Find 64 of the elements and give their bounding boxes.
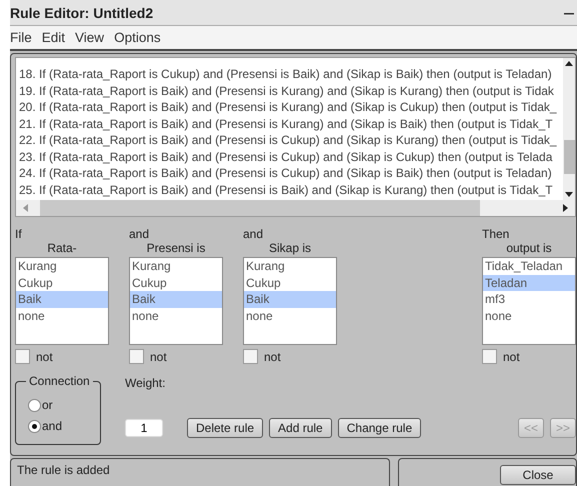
rule-row[interactable]: 19. If (Rata-rata_Raport is Baik) and (Presensi is Kurang) and (Sikap is Kurang) then (output is Tidak xyxy=(19,82,563,99)
variable-label: Sikap is xyxy=(268,241,312,256)
variable-label: Presensi is xyxy=(146,241,206,256)
not-checkbox[interactable] xyxy=(243,349,258,364)
rule-row[interactable]: 23. If (Rata-rata_Raport is Baik) and (Presensi is Cukup) and (Sikap is Cukup) then (output is Telada xyxy=(19,148,563,165)
not-label: not xyxy=(150,350,167,364)
variable-label: output is xyxy=(505,241,553,256)
list-item[interactable]: Kurang xyxy=(244,258,336,274)
connector-label: and xyxy=(243,227,264,241)
not-label: not xyxy=(36,350,53,364)
option-list[interactable]: Kurang Cukup Baik none xyxy=(129,257,223,345)
window-title: Rule Editor: Untitled2 xyxy=(10,4,154,20)
rule-row[interactable]: 22. If (Rata-rata_Raport is Baik) and (Presensi is Cukup) and (Sikap is Kurang) then (output is Tidak_ xyxy=(19,132,563,148)
variable-label: Rata- xyxy=(46,241,78,256)
option-list[interactable]: Kurang Cukup Baik none xyxy=(243,257,337,345)
list-item[interactable]: Tidak_Teladan xyxy=(483,258,575,274)
menu-item[interactable]: File xyxy=(10,30,32,45)
close-button[interactable]: Close xyxy=(500,465,576,485)
list-item[interactable]: Cukup xyxy=(130,274,222,291)
list-item[interactable]: Kurang xyxy=(130,258,222,274)
connector-label: If xyxy=(15,227,23,241)
rule-row[interactable]: 20. If (Rata-rata_Raport is Baik) and (Presensi is Kurang) and (Sikap is Cukup) then (output is Tidak_ xyxy=(19,99,563,116)
list-item[interactable]: none xyxy=(483,308,575,324)
action-button[interactable]: Delete rule xyxy=(187,418,264,438)
radio-button[interactable] xyxy=(28,420,41,432)
menu-item[interactable]: View xyxy=(75,30,104,45)
option-list[interactable]: Kurang Cukup Baik none xyxy=(15,257,109,345)
connector-label: Then xyxy=(482,227,510,241)
list-item[interactable]: Baik xyxy=(130,291,222,308)
list-item[interactable]: none xyxy=(130,308,222,324)
scroll-thumb[interactable] xyxy=(40,200,480,216)
not-label: not xyxy=(503,350,520,364)
list-item[interactable]: Baik xyxy=(16,291,108,308)
not-checkbox[interactable] xyxy=(129,349,144,364)
rule-row[interactable]: 25. If (Rata-rata_Raport is Baik) and (Presensi is Baik) and (Sikap is Kurang) then (output is Tidak_T xyxy=(19,182,563,198)
action-button[interactable]: Add rule xyxy=(269,418,332,438)
list-item[interactable]: Teladan xyxy=(483,274,575,291)
rule-row[interactable]: 24. If (Rata-rata_Raport is Baik) and (Presensi is Cukup) and (Sikap is Baik) then (output is Teladan) xyxy=(19,165,563,182)
weight-label: Weight: xyxy=(125,376,166,390)
rule-row[interactable]: 21. If (Rata-rata_Raport is Baik) and (Presensi is Kurang) and (Sikap is Baik) then (output is Tidak_T xyxy=(19,116,563,132)
radio-label: and xyxy=(42,419,62,433)
rule-list[interactable] xyxy=(15,57,576,217)
scroll-thumb[interactable] xyxy=(564,140,575,174)
status-message: The rule is added xyxy=(10,458,390,486)
weight-field[interactable]: 1 xyxy=(125,419,163,437)
list-item[interactable]: none xyxy=(16,308,108,324)
menu-item[interactable]: Options xyxy=(114,30,161,45)
connector-label: and xyxy=(129,227,150,241)
action-button[interactable]: Change rule xyxy=(338,418,422,438)
list-item[interactable]: Baik xyxy=(244,291,336,308)
option-list[interactable]: Tidak_Teladan Teladan mf3 none xyxy=(482,257,576,345)
list-item[interactable]: mf3 xyxy=(483,291,575,308)
group-label: Connection xyxy=(26,374,93,388)
list-item[interactable]: Kurang xyxy=(16,258,108,274)
radio-label: or xyxy=(42,398,53,412)
list-item[interactable]: none xyxy=(244,308,336,324)
menu-item[interactable]: Edit xyxy=(42,30,66,45)
radio-button[interactable] xyxy=(28,398,41,412)
list-item[interactable]: Cukup xyxy=(244,274,336,291)
rule-row[interactable]: 18. If (Rata-rata_Raport is Cukup) and (Presensi is Baik) and (Sikap is Baik) then (output is Teladan) xyxy=(19,66,563,82)
not-label: not xyxy=(264,350,281,364)
not-checkbox[interactable] xyxy=(482,349,497,364)
not-checkbox[interactable] xyxy=(15,349,30,364)
list-item[interactable]: Cukup xyxy=(16,274,108,291)
